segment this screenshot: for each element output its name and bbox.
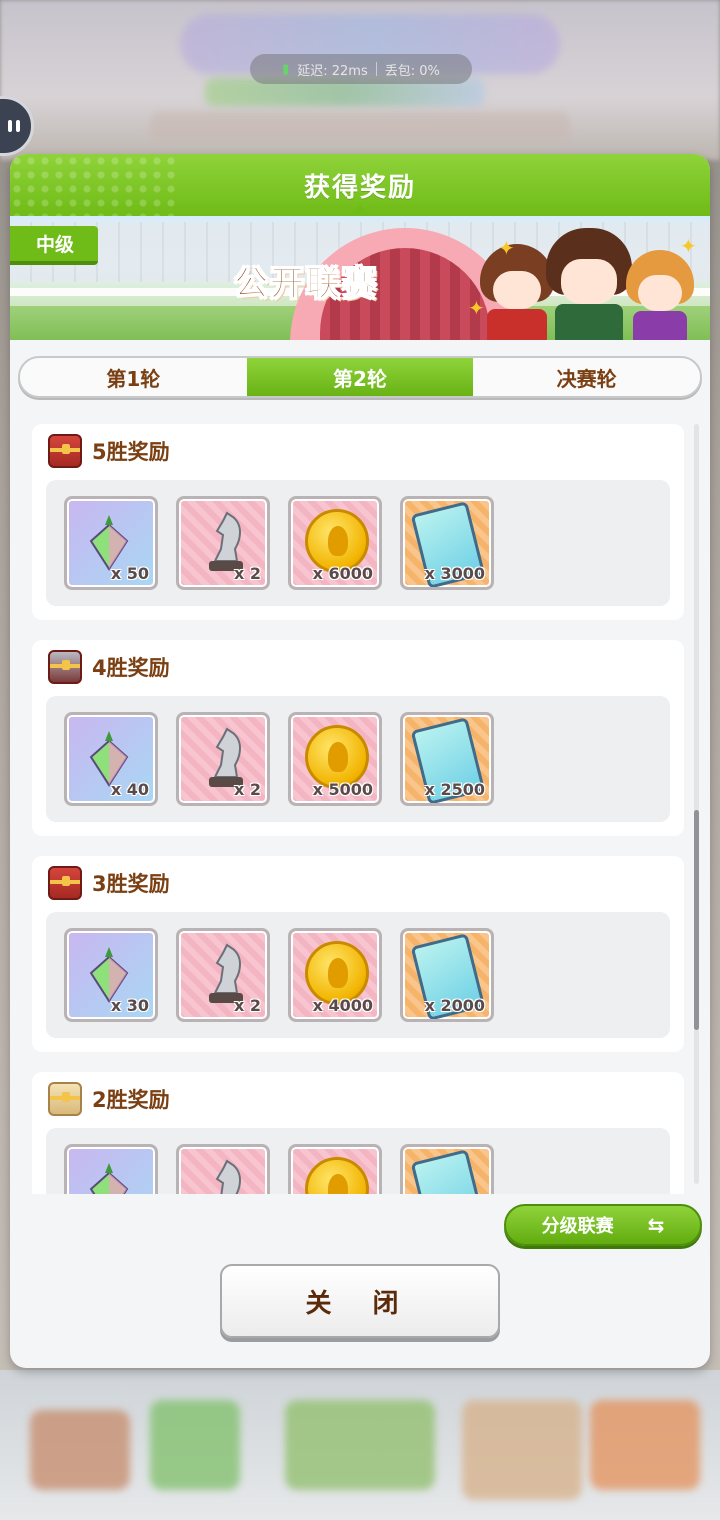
reward-group: 5胜奖励 x 50 x 2 x 6000 x 3000 (32, 424, 684, 620)
round-tabs: 第1轮 第2轮 决赛轮 (18, 356, 702, 398)
blurred-nav-item (590, 1400, 700, 1490)
tier-badge: 中级 (10, 226, 99, 265)
sparkle-icon: ✦ (498, 236, 515, 260)
reward-items (46, 1128, 670, 1194)
scrollbar-thumb[interactable] (694, 810, 699, 1030)
character-avatar (626, 250, 694, 340)
reward-group: 2胜奖励 (32, 1072, 684, 1194)
scrollbar-track[interactable] (694, 424, 699, 1184)
item-quantity: x 5000 (312, 780, 373, 799)
sparkle-icon: ✦ (680, 234, 697, 258)
item-quantity: x 6000 (312, 564, 373, 583)
latency-text: 延迟: 22ms (297, 63, 368, 79)
reward-item[interactable] (64, 1144, 158, 1194)
reward-item[interactable]: x 2500 (400, 712, 494, 806)
reward-group: 3胜奖励 x 30 x 2 x 4000 x 2000 (32, 856, 684, 1052)
carrot-crystal-icon (89, 947, 129, 1003)
blurred-nav-item (285, 1400, 435, 1490)
signal-icon: ▮ (282, 61, 290, 77)
item-quantity: x 40 (110, 780, 149, 799)
reward-item[interactable]: x 3000 (400, 496, 494, 590)
reward-group: 4胜奖励 x 40 x 2 x 5000 x 2500 (32, 640, 684, 836)
event-banner: 中级 公开联赛 ✦ ✦ ✦ (10, 216, 710, 340)
gold-coin-icon (305, 1157, 369, 1194)
blurred-nav-item (150, 1400, 240, 1490)
blurred-nav-item (30, 1410, 130, 1490)
reward-items: x 50 x 2 x 6000 x 3000 (46, 480, 670, 606)
reward-group-title: 2胜奖励 (92, 1088, 170, 1112)
background-bottom-nav (0, 1370, 720, 1520)
item-quantity: x 4000 (312, 996, 373, 1015)
reward-item[interactable]: x 5000 (288, 712, 382, 806)
packet-loss-text: 丢包: 0% (384, 63, 440, 79)
reward-item[interactable]: x 30 (64, 928, 158, 1022)
reward-item[interactable] (400, 1144, 494, 1194)
reward-items: x 30 x 2 x 4000 x 2000 (46, 912, 670, 1038)
divider (375, 62, 377, 76)
sparkle-icon: ✦ (468, 296, 485, 320)
ticket-icon (410, 1149, 486, 1194)
reward-item[interactable]: x 40 (64, 712, 158, 806)
character-avatar (546, 228, 632, 340)
event-name: 公开联赛 (234, 264, 378, 305)
treasure-chest-icon (48, 866, 82, 900)
carrot-crystal-icon (89, 515, 129, 571)
swap-icon: ⇆ (647, 1213, 665, 1237)
reward-group-title: 5胜奖励 (92, 440, 170, 464)
league-switch-label: 分级联赛 (541, 1216, 614, 1237)
tab-round-2[interactable]: 第2轮 (246, 358, 474, 396)
reward-dialog: 获得奖励 中级 公开联赛 ✦ ✦ ✦ 第1轮 第2轮 决赛轮 5胜奖励 x 50… (10, 154, 710, 1368)
reward-group-title: 3胜奖励 (92, 872, 170, 896)
item-quantity: x 50 (110, 564, 149, 583)
reward-item[interactable]: x 2 (176, 712, 270, 806)
treasure-chest-icon (48, 650, 82, 684)
reward-group-title: 4胜奖励 (92, 656, 170, 680)
league-switch-button[interactable]: 分级联赛 ⇆ (504, 1204, 702, 1246)
reward-item[interactable]: x 6000 (288, 496, 382, 590)
reward-item[interactable]: x 4000 (288, 928, 382, 1022)
tab-round-1[interactable]: 第1轮 (20, 358, 247, 396)
item-quantity: x 2000 (424, 996, 485, 1015)
item-quantity: x 2 (233, 780, 261, 799)
item-quantity: x 30 (110, 996, 149, 1015)
tab-final-round[interactable]: 决赛轮 (473, 358, 700, 396)
horse-statue-icon (215, 1159, 241, 1194)
network-status: ▮ 延迟: 22ms 丢包: 0% (250, 54, 472, 84)
item-quantity: x 2 (233, 996, 261, 1015)
blurred-nav-item (462, 1400, 582, 1500)
close-button[interactable]: 关 闭 (220, 1264, 500, 1338)
item-quantity: x 2500 (424, 780, 485, 799)
reward-item[interactable]: x 2 (176, 928, 270, 1022)
carrot-crystal-icon (89, 731, 129, 787)
reward-items: x 40 x 2 x 5000 x 2500 (46, 696, 670, 822)
character-avatar (480, 244, 554, 340)
reward-item[interactable]: x 50 (64, 496, 158, 590)
dialog-header: 获得奖励 (10, 154, 710, 216)
pause-icon (8, 120, 12, 132)
reward-list[interactable]: 5胜奖励 x 50 x 2 x 6000 x 3000 4胜奖励 x 40 x … (32, 424, 694, 1194)
treasure-chest-icon (48, 434, 82, 468)
reward-item[interactable]: x 2 (176, 496, 270, 590)
treasure-chest-icon (48, 1082, 82, 1116)
item-quantity: x 3000 (424, 564, 485, 583)
background-banner-bar (150, 112, 570, 142)
item-quantity: x 2 (233, 564, 261, 583)
character-group: ✦ ✦ ✦ (468, 222, 700, 340)
reward-item[interactable] (288, 1144, 382, 1194)
carrot-crystal-icon (89, 1163, 129, 1194)
dialog-title: 获得奖励 (303, 172, 416, 203)
reward-item[interactable]: x 2000 (400, 928, 494, 1022)
reward-item[interactable] (176, 1144, 270, 1194)
